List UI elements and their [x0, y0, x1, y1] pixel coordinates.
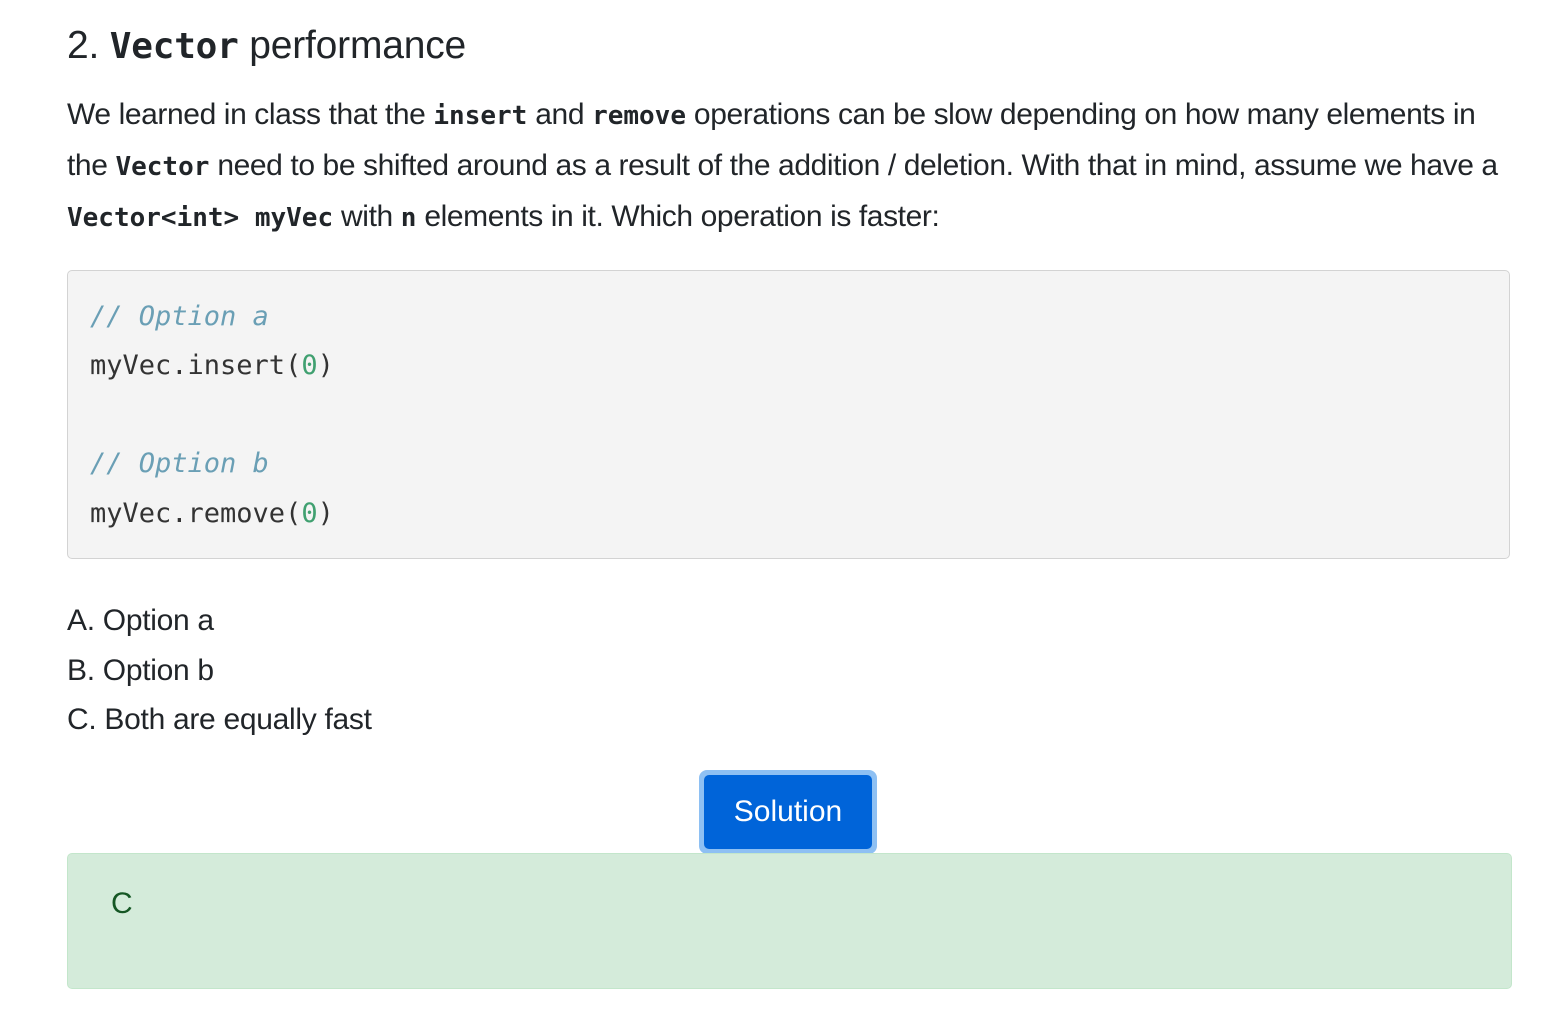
- inline-code: Vector: [115, 152, 210, 182]
- section-heading: 2. Vector performance: [67, 22, 466, 71]
- code-number-literal: 0: [301, 498, 318, 529]
- inline-code: insert: [433, 101, 528, 131]
- question-text-part: elements in it. Which operation is faste…: [424, 200, 940, 233]
- heading-code-word: Vector: [109, 26, 239, 67]
- code-line-remove: myVec.remove(0): [90, 496, 334, 532]
- solution-button[interactable]: Solution: [699, 770, 877, 854]
- code-token: myVec.remove(: [90, 498, 302, 529]
- heading-number: 2.: [67, 24, 100, 67]
- question-text-part: need to be shifted around as a result of…: [217, 149, 1498, 182]
- question-text-part: We learned in class that the: [67, 98, 426, 131]
- inline-code: n: [400, 203, 417, 233]
- inline-code: Vector<int> myVec: [67, 203, 334, 233]
- question-text-part: and: [535, 98, 585, 131]
- code-number-literal: 0: [301, 350, 318, 381]
- choice-a: A. Option a: [67, 604, 214, 637]
- code-token: ): [317, 498, 334, 529]
- question-text-part: with: [341, 200, 393, 233]
- question-text: We learned in class that the insert and …: [67, 90, 1512, 243]
- code-comment-option-b: // Option b: [90, 448, 269, 479]
- code-token: myVec.insert(: [90, 350, 302, 381]
- code-comment-option-a: // Option a: [90, 301, 269, 332]
- answer-choices: A. Option a B. Option b C. Both are equa…: [67, 596, 372, 745]
- heading-rest: performance: [249, 24, 467, 67]
- solution-button-label: Solution: [704, 775, 872, 849]
- code-line-insert: myVec.insert(0): [90, 348, 334, 384]
- solution-answer-text: C: [111, 887, 133, 920]
- code-block: // Option a myVec.insert(0) // Option b …: [67, 270, 1510, 559]
- choice-b: B. Option b: [67, 653, 214, 687]
- choice-c: C. Both are equally fast: [67, 703, 372, 736]
- solution-panel: C: [67, 853, 1512, 989]
- inline-code: remove: [592, 101, 686, 131]
- code-token: ): [317, 350, 334, 381]
